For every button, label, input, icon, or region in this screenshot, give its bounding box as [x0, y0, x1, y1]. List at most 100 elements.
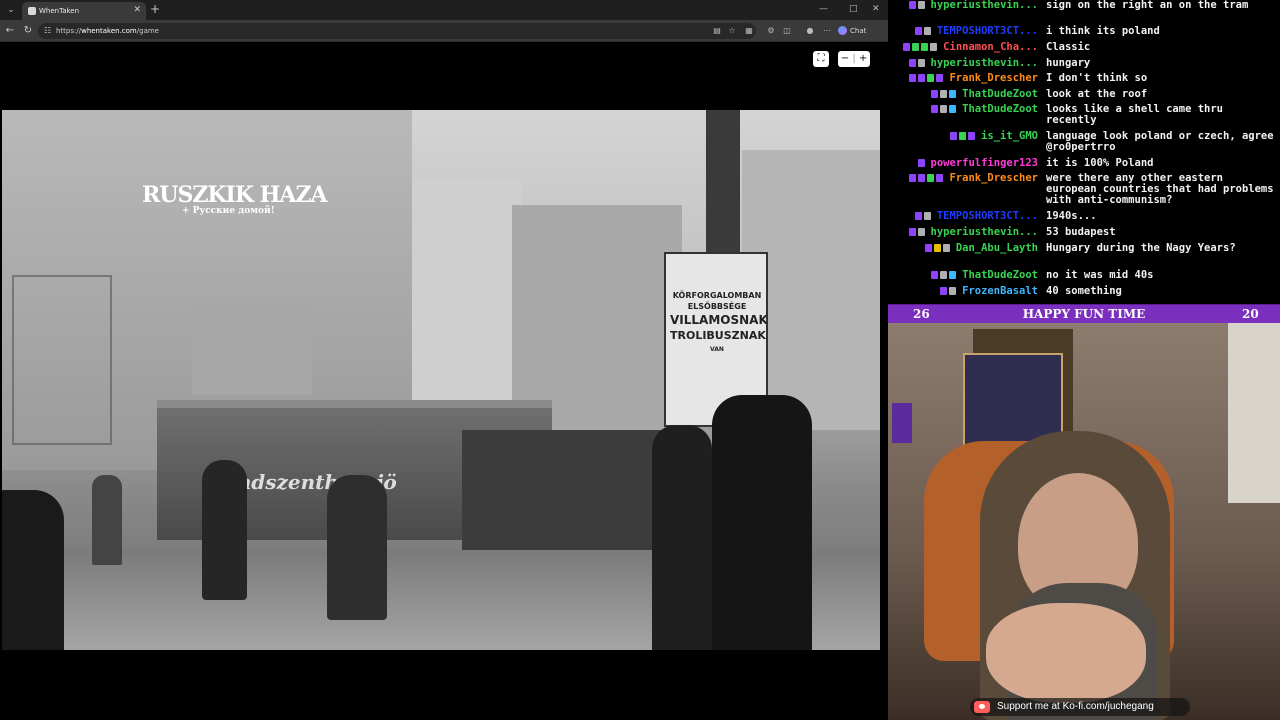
chat-text: language look poland or czech, agree @ro…	[1046, 130, 1280, 153]
badge-icon	[914, 212, 922, 220]
favicon-icon	[28, 7, 36, 15]
url-field[interactable]: ☷ https://whentaken.com/game	[38, 23, 756, 39]
chat-text: no it was mid 40s	[1046, 269, 1154, 281]
chimney-tower	[706, 110, 740, 260]
chat-username[interactable]: ThatDudeZoot	[962, 270, 1038, 281]
bookmark-star-icon[interactable]: ☆	[727, 25, 737, 37]
zoom-in-button[interactable]: +	[859, 53, 867, 64]
close-window-icon[interactable]: ✕	[872, 3, 880, 16]
chat-username[interactable]: Frank_Drescher	[949, 73, 1038, 84]
tab-bar: ⌄ WhenTaken ✕ + — □ ✕	[0, 0, 888, 20]
man-hat	[712, 395, 812, 650]
profile-avatar-icon[interactable]: ●	[805, 25, 815, 37]
chat-username[interactable]: hyperiusthevin...	[931, 0, 1038, 11]
user-badges	[914, 212, 933, 221]
url-host: whentaken.com	[81, 27, 137, 35]
chat-text: i think its poland	[1046, 25, 1160, 37]
reload-icon[interactable]: ↻	[22, 24, 34, 38]
badge-icon	[923, 212, 931, 220]
badge-icon	[921, 43, 929, 51]
historical-photo[interactable]: RUSZKIK HAZA + Русские домой! KÖRFORGALO…	[2, 110, 880, 650]
maximize-icon[interactable]: □	[849, 3, 858, 16]
graffiti-russian: + Русские домой!	[182, 206, 275, 216]
chat-username[interactable]: Frank_Drescher	[949, 173, 1038, 184]
chat-text: 40 something	[1046, 285, 1122, 297]
badge-icon	[918, 174, 926, 182]
menu-dots-icon[interactable]: ⋯	[822, 25, 832, 37]
reader-icon[interactable]: ▤	[712, 25, 722, 37]
tab-whentaken[interactable]: WhenTaken ✕	[22, 2, 146, 20]
extensions-icon[interactable]: ⚙	[766, 25, 776, 37]
stream-sidebar: hyperiusthevin... sign on the right an on…	[888, 0, 1280, 720]
badge-icon	[924, 244, 932, 252]
user-badges	[940, 287, 958, 296]
kofi-text: Support me at Ko-fi.com/juchegang	[997, 701, 1154, 712]
chat-username[interactable]: ThatDudeZoot	[962, 89, 1038, 100]
chat-chip-label: Chat	[850, 27, 867, 35]
board-line-3: VILLAMOSNAK	[670, 313, 768, 327]
badge-icon	[908, 228, 916, 236]
user-badges	[908, 228, 927, 237]
woman-walking	[652, 425, 712, 650]
tabs-icon[interactable]: ▦	[744, 25, 754, 37]
badge-icon	[927, 74, 935, 82]
badge-icon	[949, 105, 957, 113]
chat-username[interactable]: is_it_GMO	[981, 131, 1038, 142]
tab-search-icon[interactable]: ⌄	[4, 3, 18, 17]
chat-text: 1940s...	[1046, 210, 1097, 222]
close-tab-icon[interactable]: ✕	[133, 4, 141, 17]
collections-icon[interactable]: ◫	[782, 25, 792, 37]
scaffold	[12, 275, 112, 445]
chat-username[interactable]: TEMPOSHORT3CT...	[937, 211, 1038, 222]
new-tab-icon[interactable]: +	[150, 2, 160, 17]
chat-username[interactable]: FrozenBasalt	[962, 286, 1038, 297]
chat-panel: hyperiusthevin... sign on the right an on…	[888, 0, 1280, 304]
user-badges	[950, 132, 977, 141]
kofi-cup-icon	[974, 701, 990, 713]
truck	[462, 430, 672, 570]
kofi-support-banner[interactable]: Support me at Ko-fi.com/juchegang	[970, 698, 1190, 716]
badge-icon	[917, 59, 925, 67]
fullscreen-button[interactable]: ⛶	[813, 51, 829, 67]
site-info-icon[interactable]: ☷	[44, 25, 51, 37]
user-badges	[903, 43, 939, 52]
banner-left-number: 26	[913, 307, 930, 321]
board-line-5: VAN	[710, 346, 724, 353]
chat-username[interactable]: ThatDudeZoot	[962, 104, 1038, 115]
copilot-chat-button[interactable]: Chat	[838, 25, 866, 37]
banner-title: HAPPY FUN TIME	[1022, 307, 1146, 321]
badge-icon	[936, 174, 944, 182]
badge-icon	[931, 90, 939, 98]
graffiti-ruszkik-haza: RUSZKIK HAZA	[142, 182, 328, 208]
chat-username[interactable]: TEMPOSHORT3CT...	[937, 26, 1038, 37]
badge-icon	[903, 43, 911, 51]
badge-icon	[909, 74, 917, 82]
light-panel	[892, 403, 912, 443]
streamer-hands	[986, 603, 1146, 703]
chat-username[interactable]: Dan_Abu_Layth	[956, 243, 1038, 254]
chat-username[interactable]: Cinnamon_Cha...	[943, 42, 1038, 53]
user-badges	[909, 74, 945, 83]
badge-icon	[940, 287, 948, 295]
badge-icon	[917, 228, 925, 236]
user-badges	[908, 59, 927, 68]
chat-username[interactable]: hyperiusthevin...	[931, 227, 1038, 238]
badge-icon	[908, 1, 916, 9]
badge-icon	[917, 1, 925, 9]
zoom-controls: − | +	[838, 51, 870, 67]
badge-icon	[968, 132, 976, 140]
badge-icon	[918, 74, 926, 82]
back-icon[interactable]: ←	[4, 24, 16, 38]
banner-right-number: 20	[1242, 307, 1259, 321]
badge-icon	[949, 90, 957, 98]
chat-username[interactable]: powerfulfinger123	[931, 158, 1038, 169]
chat-text: sign on the right an on the tram	[1046, 0, 1249, 11]
person-foreground-left	[2, 490, 64, 650]
badge-icon	[940, 90, 948, 98]
zoom-out-button[interactable]: −	[841, 53, 849, 64]
badge-icon	[917, 159, 925, 167]
chat-text: were there any other eastern european co…	[1046, 172, 1280, 206]
minimize-icon[interactable]: —	[819, 3, 828, 16]
chat-username[interactable]: hyperiusthevin...	[931, 58, 1038, 69]
user-badges	[908, 1, 927, 10]
